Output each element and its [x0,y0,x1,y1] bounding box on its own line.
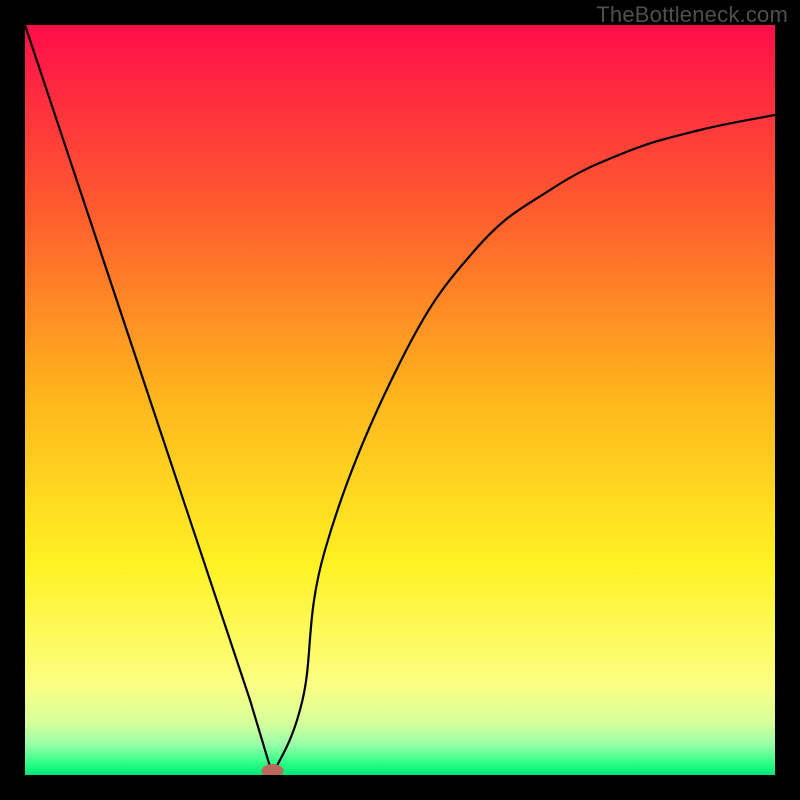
plot-area [25,25,775,775]
gradient-background [25,25,775,775]
chart-frame: TheBottleneck.com [0,0,800,800]
watermark-text: TheBottleneck.com [596,2,788,28]
bottleneck-curve-chart [25,25,775,775]
